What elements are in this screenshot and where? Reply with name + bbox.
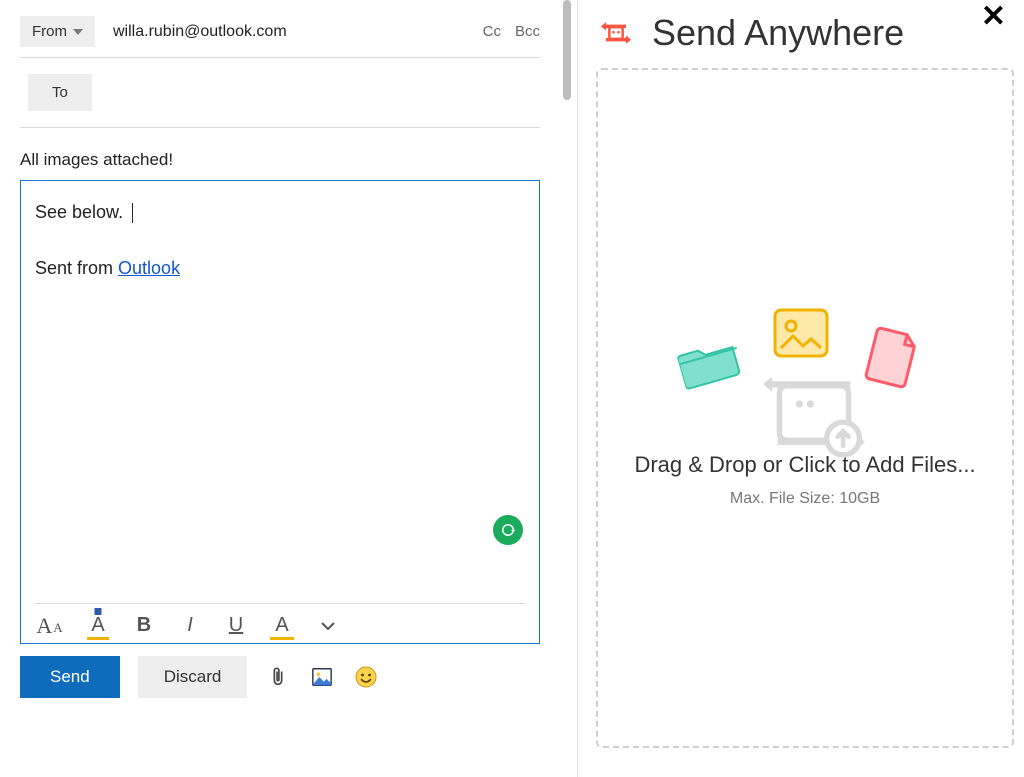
cc-bcc-group: Cc Bcc <box>483 23 540 40</box>
drop-zone[interactable]: Drag & Drop or Click to Add Files... Max… <box>596 68 1014 748</box>
drop-illustration <box>675 308 935 438</box>
format-toolbar: AA A B I U A <box>35 603 525 643</box>
compose-pane: From willa.rubin@outlook.com Cc Bcc To A… <box>0 0 560 777</box>
from-row: From willa.rubin@outlook.com Cc Bcc <box>20 8 540 58</box>
from-email: willa.rubin@outlook.com <box>113 23 465 41</box>
action-row: Send Discard <box>20 656 540 698</box>
insert-image-icon[interactable] <box>309 664 335 690</box>
font-color-icon[interactable]: A <box>87 614 109 637</box>
send-anywhere-title: Send Anywhere <box>652 12 904 54</box>
bold-icon[interactable]: B <box>133 614 155 637</box>
more-formatting-icon[interactable] <box>317 618 339 634</box>
emoji-icon[interactable] <box>353 664 379 690</box>
drop-sublabel: Max. File Size: 10GB <box>730 490 880 508</box>
highlight-icon[interactable]: A <box>271 614 293 637</box>
message-editor[interactable]: See below. Sent from Outlook AA A B I U … <box>20 180 540 644</box>
signature: Sent from Outlook <box>35 255 525 283</box>
signature-link[interactable]: Outlook <box>118 258 180 278</box>
text-cursor <box>132 203 133 223</box>
send-button[interactable]: Send <box>20 656 120 698</box>
font-size-icon[interactable]: AA <box>35 615 63 637</box>
to-button[interactable]: To <box>28 74 92 111</box>
send-anywhere-pane: ✕ Send Anywhere <box>578 0 1024 777</box>
send-anywhere-header: Send Anywhere <box>596 12 1014 54</box>
folder-icon <box>674 329 745 392</box>
chevron-down-icon <box>73 29 83 35</box>
scroll-thumb[interactable] <box>563 0 571 100</box>
attach-icon[interactable] <box>265 664 291 690</box>
signature-prefix: Sent from <box>35 258 118 278</box>
to-row: To <box>20 58 540 128</box>
close-icon[interactable]: ✕ <box>981 2 1006 32</box>
message-body[interactable]: See below. Sent from Outlook <box>21 181 539 603</box>
italic-icon[interactable]: I <box>179 614 201 637</box>
from-label: From <box>32 23 67 40</box>
send-anywhere-logo-icon <box>596 13 636 53</box>
subject-line[interactable]: All images attached! <box>20 128 540 180</box>
device-upload-icon <box>759 364 869 464</box>
body-text: See below. <box>35 202 123 222</box>
underline-icon[interactable]: U <box>225 614 247 637</box>
picture-icon <box>773 308 829 358</box>
discard-button[interactable]: Discard <box>138 656 248 698</box>
bcc-button[interactable]: Bcc <box>515 23 540 40</box>
pane-divider[interactable] <box>560 0 578 777</box>
from-selector[interactable]: From <box>20 16 95 47</box>
grammarly-icon[interactable] <box>493 515 523 545</box>
cc-button[interactable]: Cc <box>483 23 501 40</box>
document-icon <box>863 325 923 391</box>
